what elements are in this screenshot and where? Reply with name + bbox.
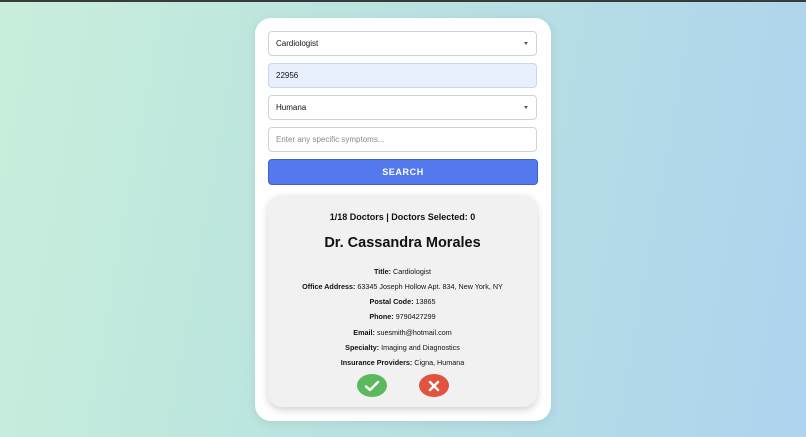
doctor-name: Dr. Cassandra Morales [324, 235, 481, 251]
insurance-select[interactable]: Humana [268, 95, 537, 120]
symptoms-input[interactable]: Enter any specific symptoms... [268, 127, 537, 152]
symptoms-placeholder: Enter any specific symptoms... [276, 135, 385, 144]
accept-doctor-button[interactable] [357, 374, 387, 397]
doctor-search-panel: Cardiologist 22956 Humana Enter any spec… [255, 18, 551, 421]
doctor-card: 1/18 Doctors | Doctors Selected: 0 Dr. C… [268, 195, 537, 407]
field-value: 63345 Joseph Hollow Apt. 834, New York, … [357, 282, 503, 291]
zip-code-input[interactable]: 22956 [268, 63, 537, 88]
field-value: 13865 [415, 297, 436, 306]
field-value: 9790427299 [395, 312, 436, 321]
doctor-postal-row: Postal Code: 13865 [268, 297, 537, 306]
reject-doctor-button[interactable] [419, 374, 449, 397]
window-top-edge [0, 0, 806, 2]
field-value: Imaging and Diagnostics [381, 343, 460, 352]
specialty-select[interactable]: Cardiologist [268, 31, 537, 56]
checkmark-icon [364, 380, 380, 391]
field-label: Title: [374, 267, 392, 276]
search-button[interactable]: SEARCH [268, 159, 538, 185]
doctor-specialty-row: Specialty: Imaging and Diagnostics [268, 343, 537, 352]
close-icon [428, 380, 440, 391]
field-label: Email: [353, 328, 375, 337]
field-value: suesmith@hotmail.com [376, 328, 452, 337]
doctor-email-row: Email: suesmith@hotmail.com [268, 328, 537, 337]
doctor-address-row: Office Address: 63345 Joseph Hollow Apt.… [268, 282, 537, 291]
doctor-title-row: Title: Cardiologist [268, 267, 537, 276]
insurance-select-value: Humana [276, 103, 307, 112]
specialty-select-value: Cardiologist [276, 39, 319, 48]
field-label: Office Address: [302, 282, 356, 291]
doctor-phone-row: Phone: 9790427299 [268, 312, 537, 321]
field-value: Cardiologist [393, 267, 431, 276]
field-label: Insurance Providers: [340, 358, 413, 367]
results-counter: 1/18 Doctors | Doctors Selected: 0 [329, 212, 476, 222]
field-label: Specialty: [345, 343, 380, 352]
doctor-insurance-row: Insurance Providers: Cigna, Humana [268, 358, 537, 367]
field-label: Postal Code: [369, 297, 414, 306]
field-label: Phone: [369, 312, 394, 321]
field-value: Cigna, Humana [414, 358, 465, 367]
zip-code-value: 22956 [276, 71, 299, 80]
